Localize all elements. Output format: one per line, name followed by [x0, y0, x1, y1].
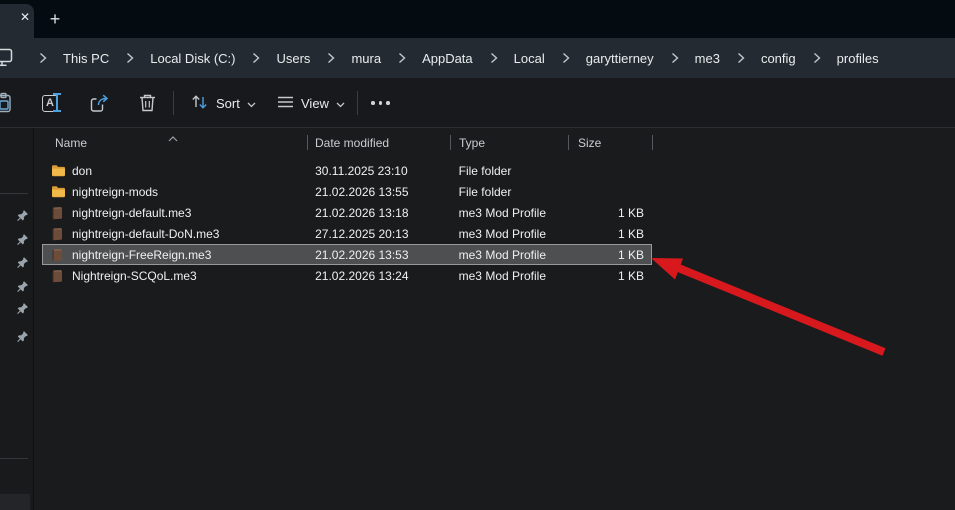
file-type: me3 Mod Profile	[450, 206, 568, 220]
toolbar-divider	[173, 91, 174, 115]
file-type: me3 Mod Profile	[450, 227, 568, 241]
column-divider[interactable]	[652, 135, 653, 150]
file-name: nightreign-default-DoN.me3	[72, 227, 219, 241]
file-size: 1 KB	[567, 227, 651, 241]
pin-icon[interactable]	[16, 280, 29, 293]
column-header-date[interactable]: Date modified	[307, 132, 450, 154]
chevron-right-icon	[671, 52, 679, 64]
file-row[interactable]: nightreign-FreeReign.me3 21.02.2026 13:5…	[42, 244, 652, 265]
file-list-panel: Name Date modified Type Size don 30.11.2…	[35, 128, 955, 510]
breadcrumb-item[interactable]: config	[759, 47, 798, 70]
file-icon	[51, 269, 66, 283]
pin-icon[interactable]	[16, 256, 29, 269]
chevron-right-icon	[398, 52, 406, 64]
file-name: nightreign-mods	[72, 185, 158, 199]
file-size: 1 KB	[567, 248, 651, 262]
chevron-right-icon	[562, 52, 570, 64]
chevron-right-icon	[39, 52, 47, 64]
pin-icon[interactable]	[16, 330, 29, 343]
breadcrumb-item[interactable]: AppData	[420, 47, 475, 70]
file-date-modified: 21.02.2026 13:55	[307, 185, 450, 199]
chevron-right-icon	[737, 52, 745, 64]
paste-icon[interactable]	[0, 91, 15, 115]
more-options-icon[interactable]	[371, 91, 390, 115]
file-row[interactable]: nightreign-mods 21.02.2026 13:55 File fo…	[42, 181, 652, 202]
chevron-right-icon	[252, 52, 260, 64]
file-date-modified: 27.12.2025 20:13	[307, 227, 450, 241]
file-name: nightreign-FreeReign.me3	[72, 248, 211, 262]
close-tab-icon[interactable]: ✕	[17, 9, 33, 25]
titlebar: ✕ +	[0, 0, 955, 38]
sort-arrows-icon	[190, 93, 209, 114]
breadcrumb-item[interactable]: Users	[274, 47, 312, 70]
column-divider[interactable]	[307, 135, 308, 150]
sidebar-divider	[0, 458, 28, 459]
chevron-right-icon	[813, 52, 821, 64]
file-row[interactable]: nightreign-default-DoN.me3 27.12.2025 20…	[42, 223, 652, 244]
pin-icon[interactable]	[16, 209, 29, 222]
chevron-down-icon	[336, 96, 345, 111]
breadcrumb-item[interactable]: Local	[512, 47, 547, 70]
column-header-size[interactable]: Size	[568, 132, 652, 154]
file-row[interactable]: don 30.11.2025 23:10 File folder	[42, 160, 652, 181]
file-name: nightreign-default.me3	[72, 206, 191, 220]
file-date-modified: 21.02.2026 13:18	[307, 206, 450, 220]
breadcrumb-item[interactable]: me3	[693, 47, 722, 70]
pin-icon[interactable]	[16, 302, 29, 315]
new-tab-icon[interactable]: +	[45, 7, 65, 31]
file-size: 1 KB	[567, 269, 651, 283]
view-list-icon	[277, 95, 294, 112]
this-pc-monitor-icon	[0, 48, 13, 72]
file-row[interactable]: Nightreign-SCQoL.me3 21.02.2026 13:24 me…	[42, 265, 652, 286]
file-icon	[51, 206, 66, 220]
toolbar: A Sort	[0, 78, 955, 128]
column-header-name[interactable]: Name	[42, 132, 307, 154]
file-icon	[51, 227, 66, 241]
address-bar: This PC Local Disk (C:) Users mura AppDa…	[0, 38, 955, 78]
breadcrumb-item[interactable]: mura	[349, 47, 383, 70]
chevron-right-icon	[126, 52, 134, 64]
delete-icon[interactable]	[138, 91, 157, 115]
file-name: Nightreign-SCQoL.me3	[72, 269, 197, 283]
chevron-right-icon	[490, 52, 498, 64]
file-icon	[51, 248, 66, 262]
column-headers: Name Date modified Type Size	[42, 132, 659, 154]
sort-label: Sort	[216, 96, 240, 111]
file-name: don	[72, 164, 92, 178]
file-type: me3 Mod Profile	[450, 248, 568, 262]
breadcrumb-item[interactable]: This PC	[61, 47, 111, 70]
breadcrumb-item[interactable]: Local Disk (C:)	[148, 47, 237, 70]
file-size: 1 KB	[567, 206, 651, 220]
breadcrumb-item[interactable]: profiles	[835, 47, 881, 70]
view-label: View	[301, 96, 329, 111]
file-date-modified: 21.02.2026 13:24	[307, 269, 450, 283]
column-divider[interactable]	[568, 135, 569, 150]
column-divider[interactable]	[450, 135, 451, 150]
navigation-pane	[0, 128, 34, 510]
file-rows: don 30.11.2025 23:10 File folder nightre…	[42, 160, 652, 286]
file-type: File folder	[450, 164, 568, 178]
chevron-right-icon	[327, 52, 335, 64]
file-type: File folder	[450, 185, 568, 199]
breadcrumb-item[interactable]: garyttierney	[584, 47, 656, 70]
file-type: me3 Mod Profile	[450, 269, 568, 283]
breadcrumb: This PC Local Disk (C:) Users mura AppDa…	[24, 38, 881, 78]
file-row[interactable]: nightreign-default.me3 21.02.2026 13:18 …	[42, 202, 652, 223]
file-icon	[51, 185, 66, 199]
share-icon[interactable]	[89, 91, 110, 115]
file-icon	[51, 164, 66, 178]
file-date-modified: 21.02.2026 13:53	[307, 248, 450, 262]
sort-button[interactable]: Sort	[190, 91, 256, 115]
pin-icon[interactable]	[16, 233, 29, 246]
toolbar-divider	[357, 91, 358, 115]
sidebar-footer	[0, 494, 30, 510]
view-button[interactable]: View	[277, 91, 345, 115]
chevron-down-icon	[247, 96, 256, 111]
sidebar-divider	[0, 193, 28, 194]
file-date-modified: 30.11.2025 23:10	[307, 164, 450, 178]
column-header-type[interactable]: Type	[450, 132, 568, 154]
rename-icon[interactable]: A	[42, 91, 62, 115]
